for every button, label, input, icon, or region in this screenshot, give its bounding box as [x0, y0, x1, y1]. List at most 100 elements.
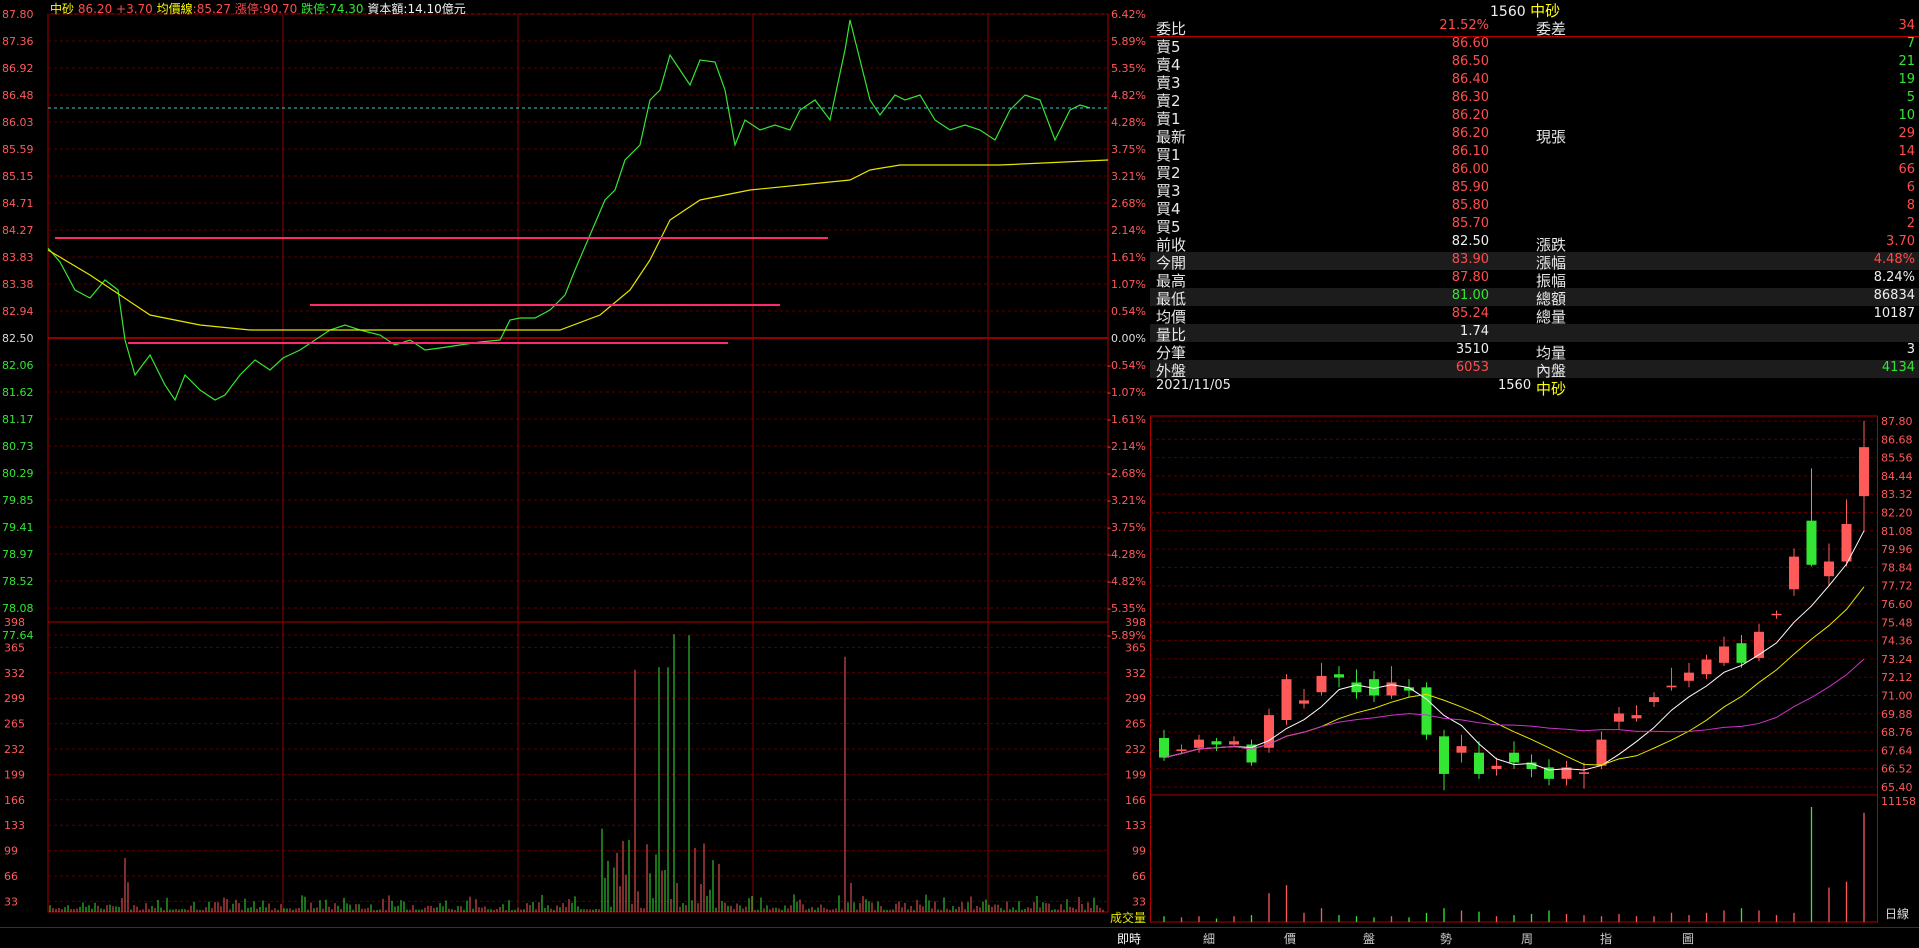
volume-tick-label: 33: [1132, 895, 1146, 908]
pct-tick-label: -5.89%: [1107, 629, 1146, 642]
pct-tick-label: -3.75%: [1107, 521, 1146, 534]
footer-date: 2021/11/05: [1156, 378, 1231, 393]
quote-row-value: 3510: [1455, 342, 1489, 357]
quote-row-value: 6053: [1455, 360, 1489, 375]
quote-row-value2: 4.48%: [1873, 252, 1915, 267]
kline-frame: [1150, 415, 1878, 923]
candle-body: [1824, 561, 1834, 577]
kline-tick-label: 73.24: [1881, 653, 1913, 666]
bottom-tab[interactable]: 盤: [1363, 930, 1375, 947]
kline-tick-label: 69.88: [1881, 708, 1913, 721]
quote-row-value2: 10187: [1873, 306, 1915, 321]
pct-tick-label: 1.61%: [1111, 251, 1146, 264]
bottom-tab[interactable]: 圖: [1682, 930, 1694, 947]
price-tick-label: 82.06: [2, 359, 34, 372]
quote-row-value: 86.40: [1451, 72, 1489, 87]
price-tick-label: 77.64: [2, 629, 34, 642]
price-tick-label: 81.17: [2, 413, 34, 426]
quote-footer: 2021/11/05 1560 中砂: [1150, 378, 1919, 398]
quote-row-value: 82.50: [1451, 234, 1489, 249]
quote-row-value: 85.70: [1451, 216, 1489, 231]
kline-tick-label: 75.48: [1881, 616, 1913, 629]
price-tick-label: 80.73: [2, 440, 34, 453]
volume-tick-label: 365: [4, 641, 25, 654]
candle-body: [1491, 765, 1502, 770]
volume-tick-label: 398: [1125, 616, 1146, 629]
volume-tick-label: 299: [1125, 692, 1146, 705]
quote-row-value2: 10: [1898, 108, 1915, 123]
volume-tick-label: 232: [1125, 743, 1146, 756]
volume-tick-label: 99: [1132, 845, 1146, 858]
quote-row-value: 21.52%: [1439, 18, 1489, 33]
candle-body: [1684, 672, 1694, 681]
quote-row-value: 85.90: [1451, 180, 1489, 195]
limit-down-value: :74.30: [325, 2, 364, 16]
quote-row: 賣4 86.50 21: [1150, 54, 1919, 74]
quote-row-value: 86.60: [1451, 36, 1489, 51]
kline-tick-label: 77.72: [1881, 580, 1913, 593]
pct-tick-label: -5.35%: [1107, 602, 1146, 615]
candle-body: [1334, 674, 1344, 678]
quote-row: 賣2 86.30 5: [1150, 90, 1919, 110]
quote-row-value: 86.20: [1451, 108, 1489, 123]
quote-row-value: 85.24: [1451, 306, 1489, 321]
quote-row: 分筆 3510 均量 3: [1150, 342, 1919, 362]
quote-row-value: 1.74: [1460, 324, 1489, 339]
volume-tick-label: 199: [1125, 768, 1146, 781]
candle-body: [1841, 523, 1852, 562]
bottom-tab[interactable]: 即時: [1117, 930, 1141, 947]
candle-body: [1281, 679, 1292, 721]
kline-tick-label: 72.12: [1881, 671, 1913, 684]
price-tick-label: 78.52: [2, 575, 34, 588]
bottom-tab[interactable]: 勢: [1440, 930, 1452, 947]
quote-row-value2: 3.70: [1886, 234, 1915, 249]
quote-row-value2: 2: [1906, 216, 1915, 231]
candle-body: [1211, 741, 1222, 745]
volume-tick-label: 265: [4, 718, 25, 731]
candle-body: [1631, 715, 1642, 719]
quote-row: 均價 85.24 總量 10187: [1150, 306, 1919, 326]
candle-body: [1859, 447, 1869, 497]
price-tick-label: 84.27: [2, 224, 34, 237]
quote-row: 最新 86.20 現張 29: [1150, 126, 1919, 146]
price-tick-label: 87.80: [2, 8, 34, 21]
quote-row-value: 87.80: [1451, 270, 1489, 285]
pct-tick-label: 2.14%: [1111, 224, 1146, 237]
price-tick-label: 86.03: [2, 116, 34, 129]
price-tick-label: 84.71: [2, 197, 34, 210]
daily-kline-chart[interactable]: 87.80 86.68 85.56 84.44 83.32 82.20 81.08 79.96…: [1150, 400, 1919, 927]
bottom-tab[interactable]: 指: [1600, 930, 1612, 947]
candle-body: [1789, 556, 1799, 590]
quote-row-value2: 19: [1898, 72, 1915, 87]
kline-tick-label: 86.68: [1881, 433, 1913, 446]
price-tick-label: 79.41: [2, 521, 34, 534]
bottom-tab[interactable]: 周: [1521, 930, 1533, 947]
quote-row: 最低 81.00 總額 86834: [1150, 288, 1919, 308]
quote-row: 量比 1.74: [1150, 324, 1919, 344]
candle-body: [1754, 631, 1764, 658]
bottom-tab[interactable]: 細: [1203, 930, 1215, 947]
candle-body: [1649, 697, 1659, 703]
price-tick-label: 86.92: [2, 62, 34, 75]
pct-tick-label: 3.75%: [1111, 143, 1146, 156]
kline-tick-label: 74.36: [1881, 635, 1913, 648]
volume-tick-label: 66: [1132, 870, 1146, 883]
quote-row-value: 86.10: [1451, 144, 1489, 159]
pct-tick-label: 0.54%: [1111, 305, 1146, 318]
quote-separator: [1150, 36, 1919, 37]
quote-row-value2: 29: [1898, 126, 1915, 141]
quote-row-value: 86.00: [1451, 162, 1489, 177]
pct-tick-label: 6.42%: [1111, 8, 1146, 21]
pct-tick-label: -2.14%: [1107, 440, 1146, 453]
bottom-tab[interactable]: 價: [1284, 930, 1296, 947]
capital-label: 資本額: [367, 2, 404, 16]
quote-row-value2: 7: [1906, 36, 1915, 51]
price-tick-label: 82.50: [2, 332, 34, 345]
pct-tick-label: 4.82%: [1111, 89, 1146, 102]
intraday-chart[interactable]: 87.80 6.42% 87.36 5.89% 86.92 5.35% 86.48 4.82%…: [0, 0, 1150, 927]
volume-tick-label: 33: [4, 895, 18, 908]
price-tick-label: 78.97: [2, 548, 34, 561]
quote-row-value: 86.50: [1451, 54, 1489, 69]
quote-row-value2: 86834: [1873, 288, 1915, 303]
price-tick-label: 79.85: [2, 494, 34, 507]
